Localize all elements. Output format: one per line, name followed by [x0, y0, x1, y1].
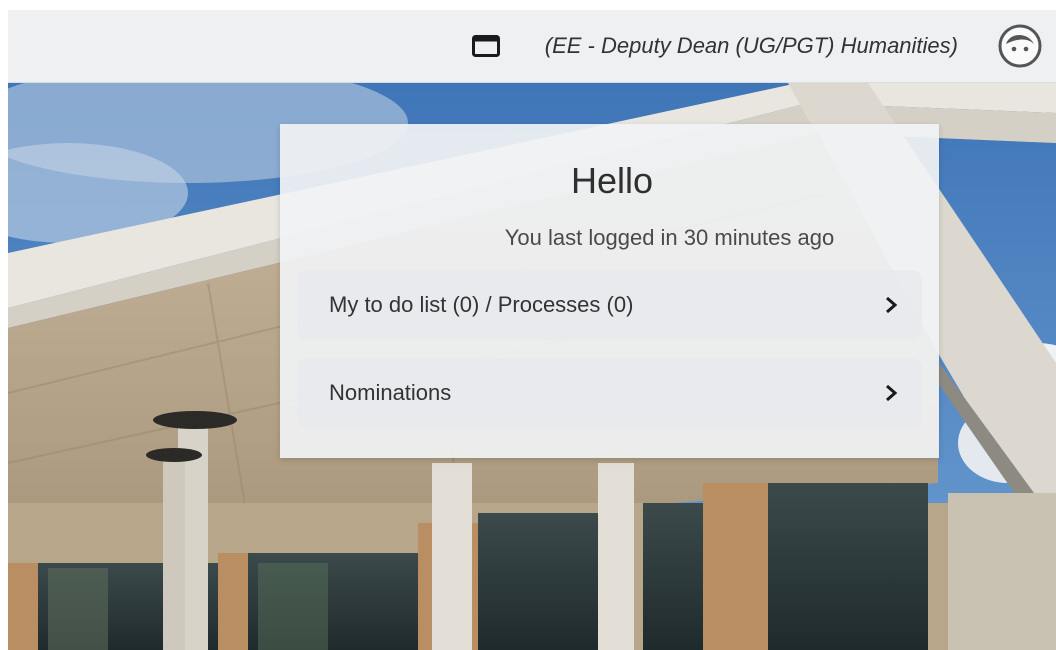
greeting-title: Hello — [570, 160, 654, 201]
window-icon-glyph — [471, 35, 500, 57]
window-icon[interactable] — [471, 34, 501, 58]
last-login-text: You last logged in 30 minutes ago — [504, 225, 835, 250]
nominations-label: Nominations — [329, 380, 452, 405]
avatar-face-icon[interactable] — [998, 24, 1042, 68]
user-role-label[interactable]: (EE - Deputy Dean (UG/PGT) Humanities) — [545, 33, 958, 59]
chevron-right-icon — [886, 384, 898, 402]
nominations-item[interactable]: Nominations — [297, 358, 922, 428]
todo-list-label: My to do list (0) / Processes (0) — [329, 292, 634, 317]
chevron-right-icon — [886, 296, 898, 314]
top-bar: (EE - Deputy Dean (UG/PGT) Humanities) — [8, 10, 1056, 83]
app-frame: (EE - Deputy Dean (UG/PGT) Humanities) H… — [8, 10, 1056, 650]
welcome-card: Hello You last logged in 30 minutes ago … — [280, 124, 939, 458]
todo-list-item[interactable]: My to do list (0) / Processes (0) — [297, 270, 922, 340]
